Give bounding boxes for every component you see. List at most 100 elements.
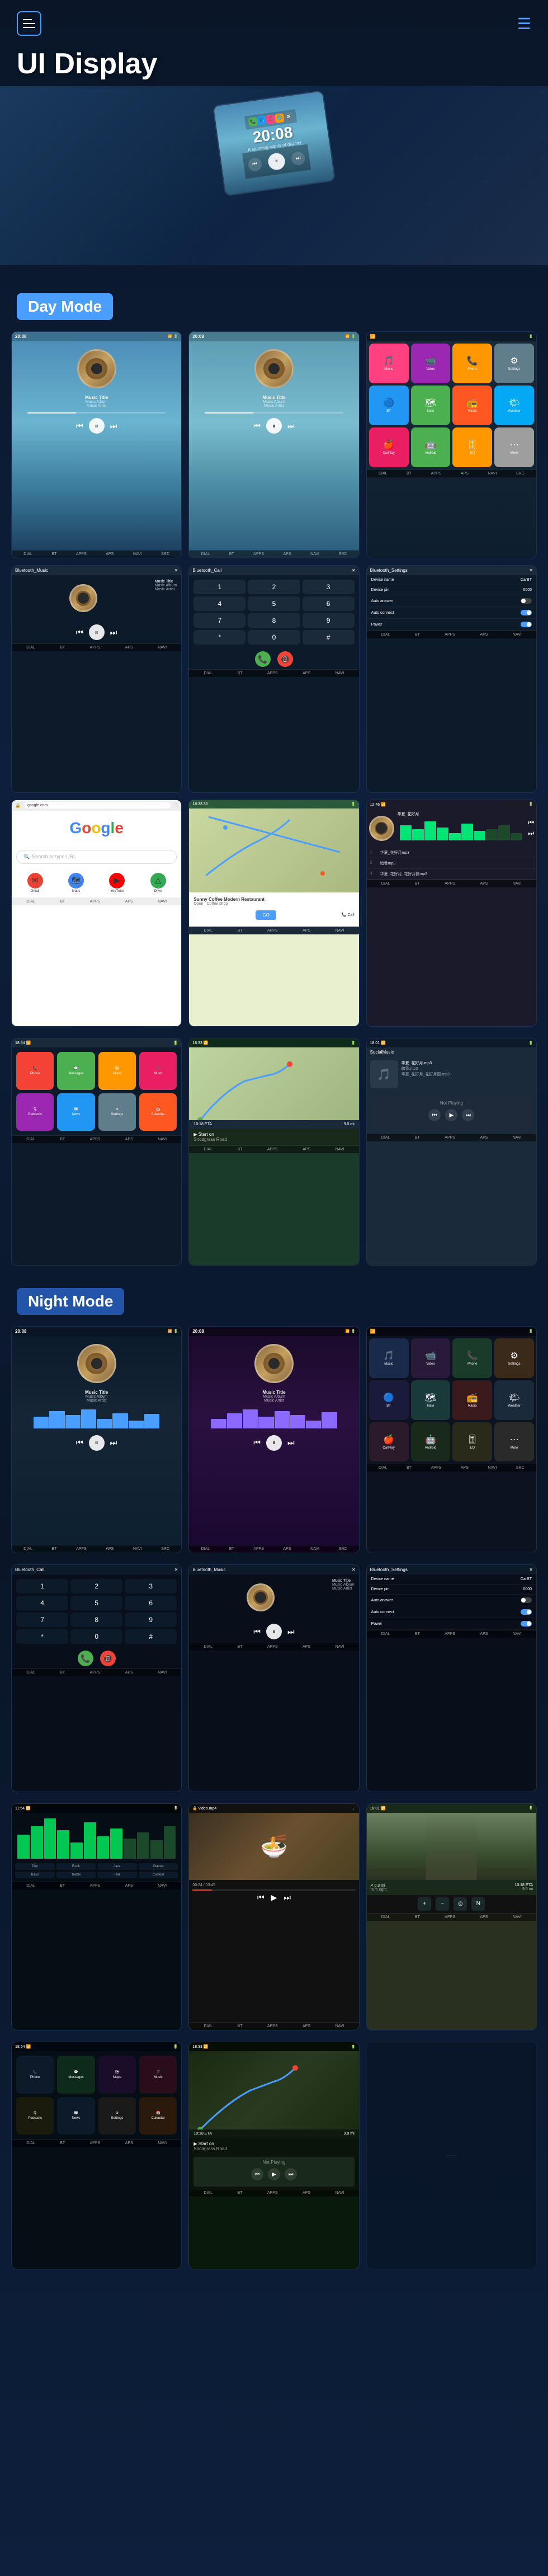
cp-maps[interactable]: 🗺Maps	[98, 1052, 136, 1089]
dial-3[interactable]: 3	[303, 580, 355, 594]
night-np-prev[interactable]: ⏮	[251, 2168, 263, 2180]
night-bt-prev[interactable]: ⏮	[253, 1627, 261, 1637]
app-carplay[interactable]: 🍎CarPlay	[369, 427, 409, 467]
night-app-radio[interactable]: 📻Radio	[452, 1380, 492, 1420]
night-cp-podcast[interactable]: 🎙Podcasts	[16, 2097, 54, 2135]
song-item-2[interactable]: 2 暗香mp3	[367, 858, 536, 869]
nav-zoom-out[interactable]: −	[436, 1897, 449, 1911]
bb-dial[interactable]: DIAL	[23, 552, 32, 556]
night-dial-star[interactable]: *	[16, 1629, 68, 1644]
dial-9[interactable]: 9	[303, 613, 355, 628]
progress-bar[interactable]	[27, 412, 166, 413]
bb-dial-2[interactable]: DIAL	[201, 552, 210, 556]
night-dial-5[interactable]: 5	[70, 1596, 122, 1610]
night-dial-1[interactable]: 1	[16, 1579, 68, 1593]
night-prev-1[interactable]: ⏮	[76, 1438, 83, 1447]
night-app-navi[interactable]: 🗺Navi	[411, 1380, 451, 1420]
video-progress[interactable]	[192, 1889, 355, 1891]
night-cp-music[interactable]: 🎵Music	[139, 2056, 177, 2093]
end-call-btn[interactable]: 📵	[277, 651, 293, 667]
np-play[interactable]: ▶	[445, 1109, 457, 1121]
night-app-more[interactable]: ⋯More	[494, 1422, 534, 1462]
prev-btn-2[interactable]: ⏮	[253, 421, 261, 431]
night-cp-phone[interactable]: 📞Phone	[16, 2056, 54, 2093]
app-settings[interactable]: ⚙Settings	[494, 344, 534, 383]
nav-north[interactable]: N	[471, 1897, 485, 1911]
gapp-drive[interactable]: △ Drive	[139, 873, 177, 893]
app-bt[interactable]: 🔵BT	[369, 386, 409, 425]
bt-prev[interactable]: ⏮	[76, 628, 83, 637]
night-app-music[interactable]: 🎵Music	[369, 1338, 409, 1378]
bt-play[interactable]: ⏸	[89, 624, 105, 640]
eq-preset-8[interactable]: Custom	[139, 1872, 178, 1878]
eq-preset-7[interactable]: Flat	[97, 1872, 137, 1878]
night-dial-0[interactable]: 0	[70, 1629, 122, 1644]
eq-preset-4[interactable]: Classic	[139, 1863, 178, 1870]
np-prev[interactable]: ⏮	[428, 1109, 441, 1121]
night-app-bt[interactable]: 🔵BT	[369, 1380, 409, 1420]
night-cp-msg[interactable]: 💬Messages	[57, 2056, 95, 2093]
prev-button[interactable]: ⏮	[76, 421, 83, 431]
song-item-3[interactable]: 3 华夏_花好月_花好月圆mp3	[367, 869, 536, 880]
power-toggle[interactable]	[521, 622, 532, 627]
night-app-android[interactable]: 🤖Android	[411, 1422, 451, 1462]
gapp-maps[interactable]: 🗺 Maps	[57, 873, 95, 893]
night-dial-8[interactable]: 8	[70, 1613, 122, 1627]
dial-hash[interactable]: #	[303, 630, 355, 645]
app-weather[interactable]: 🌤Weather	[494, 386, 534, 425]
nav-zoom-in[interactable]: +	[418, 1897, 431, 1911]
cp-music[interactable]: 🎵Music	[139, 1052, 177, 1089]
next-btn[interactable]: ⏭	[291, 151, 306, 166]
night-play-1[interactable]: ⏸	[89, 1435, 105, 1451]
night-dial-2[interactable]: 2	[70, 1579, 122, 1593]
night-np-play[interactable]: ▶	[268, 2168, 280, 2180]
bb-apps[interactable]: APPS	[76, 552, 87, 556]
bb-navi[interactable]: NAVI	[133, 552, 142, 556]
app-phone[interactable]: 📞Phone	[452, 344, 492, 383]
night-app-video[interactable]: 📹Video	[411, 1338, 451, 1378]
gapp-gmail[interactable]: ✉ Gmail	[16, 873, 54, 893]
night-cp-maps[interactable]: 🗺Maps	[98, 2056, 136, 2093]
night-dial-7[interactable]: 7	[16, 1613, 68, 1627]
gapp-youtube[interactable]: ▶ YouTube	[98, 873, 136, 893]
cp-settings[interactable]: ⚙Settings	[98, 1093, 136, 1131]
night-cp-calendar[interactable]: 📅Calendar	[139, 2097, 177, 2135]
google-search[interactable]: 🔍 Search or type URL	[16, 850, 177, 864]
auto-connect-toggle[interactable]	[521, 610, 532, 615]
menu-button[interactable]	[17, 11, 41, 36]
night-dial-3[interactable]: 3	[125, 1579, 177, 1593]
night-power[interactable]	[521, 1621, 532, 1627]
night-app-phone[interactable]: 📞Phone	[452, 1338, 492, 1378]
night-bt-play[interactable]: ⏸	[266, 1624, 282, 1639]
night-auto-connect[interactable]	[521, 1609, 532, 1615]
play-button[interactable]: ⏸	[89, 418, 105, 434]
eq-preset-5[interactable]: Bass	[15, 1872, 55, 1878]
night-app-settings[interactable]: ⚙Settings	[494, 1338, 534, 1378]
app-radio[interactable]: 📻Radio	[452, 386, 492, 425]
night-cp-news[interactable]: 📰News	[57, 2097, 95, 2135]
vid-prev[interactable]: ⏮	[257, 1893, 264, 1902]
auto-answer-toggle[interactable]	[521, 598, 532, 604]
bb-src[interactable]: SRC	[161, 552, 169, 556]
np-next[interactable]: ⏭	[462, 1109, 474, 1121]
app-video[interactable]: 📹Video	[411, 344, 451, 383]
night-np-next[interactable]: ⏭	[285, 2168, 297, 2180]
bb-aps[interactable]: APS	[106, 552, 114, 556]
song-item-1[interactable]: 1 华夏_花好月mp3	[367, 848, 536, 858]
play-btn[interactable]: ⏸	[267, 152, 286, 171]
night-play-2[interactable]: ⏸	[266, 1435, 282, 1451]
night-app-weather[interactable]: 🌤Weather	[494, 1380, 534, 1420]
dial-8[interactable]: 8	[248, 613, 300, 628]
eq-preset-6[interactable]: Treble	[56, 1872, 96, 1878]
cp-calendar[interactable]: 📅Calendar	[139, 1093, 177, 1131]
night-dial-9[interactable]: 9	[125, 1613, 177, 1627]
play-btn-2[interactable]: ⏸	[266, 418, 282, 434]
dial-4[interactable]: 4	[193, 596, 245, 611]
cp-news[interactable]: 📰News	[57, 1093, 95, 1131]
app-music[interactable]: 🎵Music	[369, 344, 409, 383]
night-app-eq[interactable]: 🎚EQ	[452, 1422, 492, 1462]
dial-0[interactable]: 0	[248, 630, 300, 645]
night-auto-answer[interactable]	[521, 1597, 532, 1603]
vid-play[interactable]: ▶	[271, 1893, 277, 1902]
progress-bar-2[interactable]	[205, 412, 343, 413]
